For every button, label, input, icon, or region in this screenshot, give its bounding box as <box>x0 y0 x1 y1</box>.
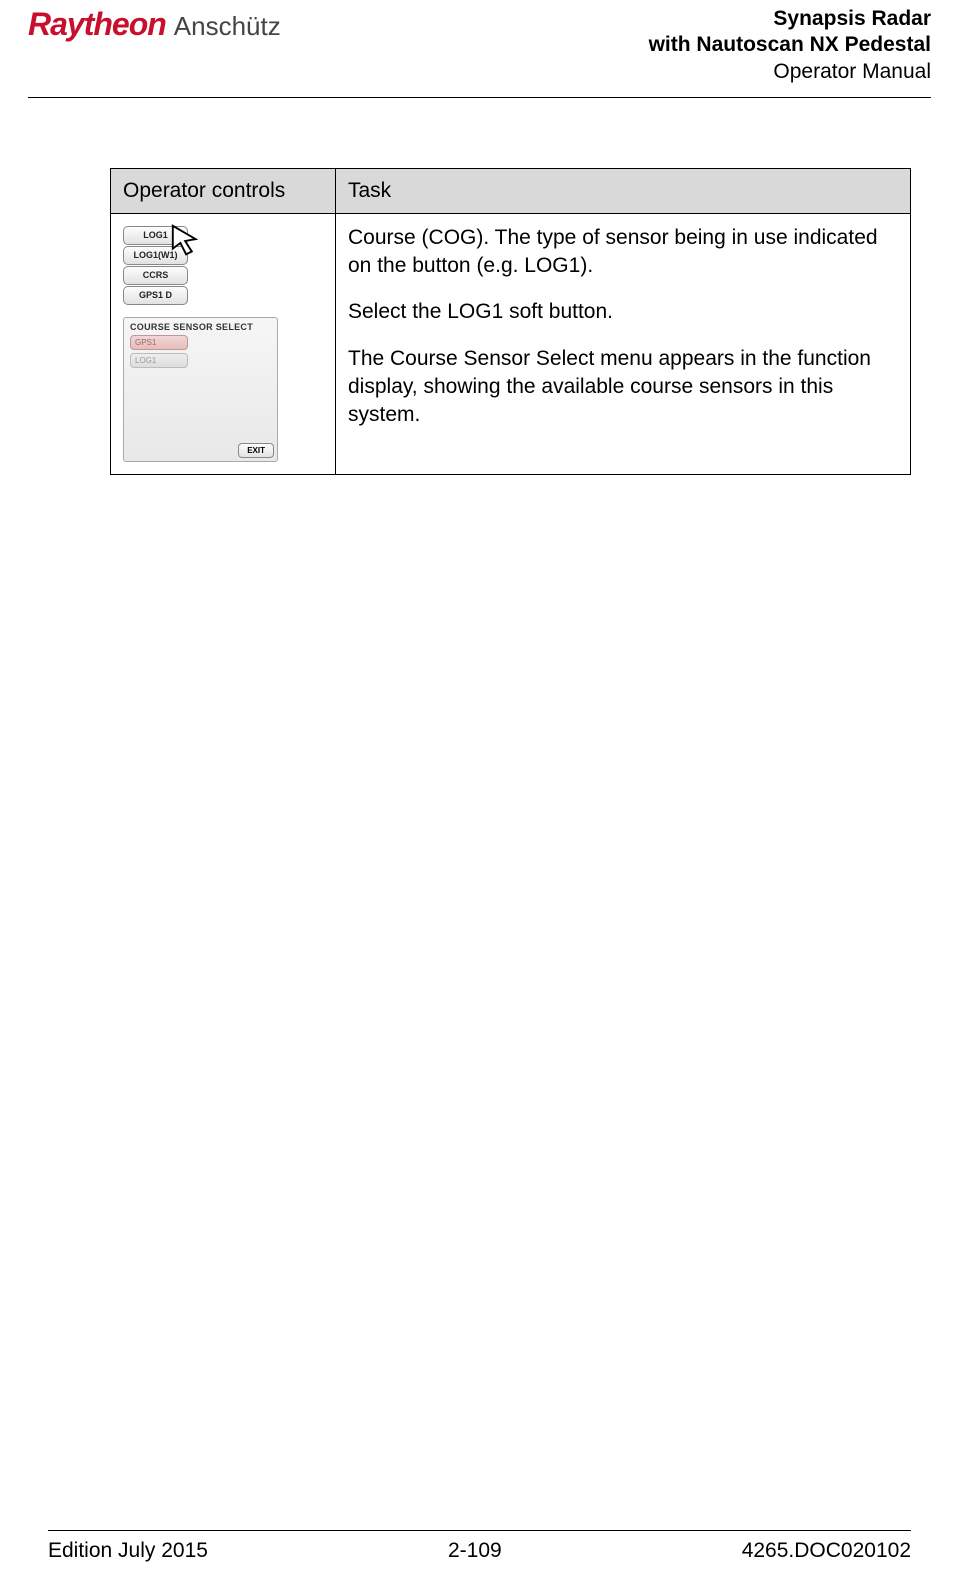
panel-option-gps1[interactable]: GPS1 <box>130 335 188 350</box>
col-header-controls: Operator controls <box>111 168 336 213</box>
gps1d-button[interactable]: GPS1 D <box>123 286 188 305</box>
task-paragraph-1: Course (COG). The type of sensor being i… <box>348 224 898 281</box>
panel-title: COURSE SENSOR SELECT <box>130 322 271 332</box>
panel-option-log1[interactable]: LOG1 <box>130 353 188 368</box>
cell-task: Course (COG). The type of sensor being i… <box>336 213 911 474</box>
footer-doc-number: 4265.DOC020102 <box>742 1539 911 1563</box>
page-footer: Edition July 2015 2-109 4265.DOC020102 <box>0 1530 959 1563</box>
task-paragraph-2: Select the LOG1 soft button. <box>348 298 898 326</box>
ccrs-button[interactable]: CCRS <box>123 266 188 285</box>
brand-logo: Raytheon Anschütz <box>28 6 281 43</box>
page-content: Operator controls Task LOG1 LOG1(W1) CCR… <box>0 98 959 475</box>
footer-divider <box>48 1530 911 1531</box>
doc-title-line1: Synapsis Radar <box>649 6 931 32</box>
cell-operator-controls: LOG1 LOG1(W1) CCRS GPS1 D COURSE SENSOR … <box>111 213 336 474</box>
cursor-icon <box>169 222 207 260</box>
logo-anschutz-text: Anschütz <box>174 11 281 42</box>
course-sensor-select-panel: COURSE SENSOR SELECT GPS1 LOG1 EXIT <box>123 317 278 462</box>
footer-page-number: 2-109 <box>448 1539 502 1563</box>
logo-raytheon-text: Raytheon <box>28 6 166 43</box>
panel-exit-button[interactable]: EXIT <box>238 443 274 458</box>
col-header-task: Task <box>336 168 911 213</box>
footer-edition: Edition July 2015 <box>48 1539 208 1563</box>
procedure-table: Operator controls Task LOG1 LOG1(W1) CCR… <box>110 168 911 475</box>
page-header: Raytheon Anschütz Synapsis Radar with Na… <box>0 0 959 97</box>
doc-title-line2: with Nautoscan NX Pedestal <box>649 32 931 58</box>
task-paragraph-3: The Course Sensor Select menu appears in… <box>348 345 898 430</box>
sensor-button-column: LOG1 LOG1(W1) CCRS GPS1 D <box>123 226 188 305</box>
ui-screenshot: LOG1 LOG1(W1) CCRS GPS1 D COURSE SENSOR … <box>123 224 323 464</box>
doc-title: Synapsis Radar with Nautoscan NX Pedesta… <box>649 6 931 85</box>
doc-title-line3: Operator Manual <box>649 59 931 85</box>
